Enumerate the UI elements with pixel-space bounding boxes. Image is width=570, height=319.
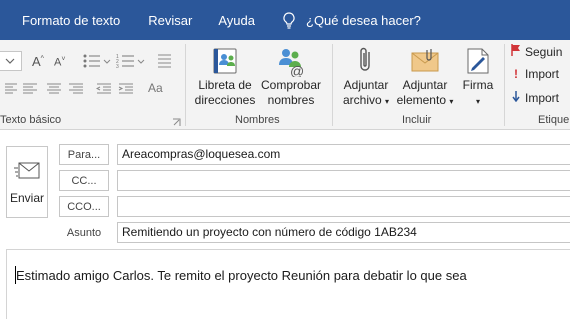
dialog-launcher-icon[interactable]: [172, 116, 181, 126]
check-names-icon: @: [274, 44, 308, 78]
increase-indent-icon[interactable]: [118, 82, 134, 96]
tab-revisar[interactable]: Revisar: [148, 13, 192, 28]
adjuntar-archivo-label-1: Adjuntar: [343, 78, 389, 92]
high-importance-button[interactable]: ! Import: [510, 67, 559, 81]
firma-button[interactable]: Firma ▾: [458, 44, 498, 109]
arrow-down-icon: [510, 90, 522, 105]
libreta-label-2: direcciones: [194, 93, 256, 107]
align-left-icon[interactable]: [4, 82, 18, 96]
libreta-direcciones-button[interactable]: Libreta de direcciones: [194, 44, 256, 108]
lightbulb-icon[interactable]: [282, 11, 296, 29]
adjuntar-elemento-label-1: Adjuntar: [402, 78, 448, 92]
adjuntar-archivo-label-2: archivo ▾: [342, 93, 390, 107]
group-label-texto-basico: Texto básico: [0, 114, 62, 126]
subject-field[interactable]: Remitiendo un proyecto con número de cód…: [117, 222, 570, 243]
libreta-label-1: Libreta de: [198, 78, 252, 92]
bcc-button[interactable]: CCO...: [59, 196, 109, 217]
adjuntar-elemento-label-2: elemento ▾: [396, 93, 454, 107]
send-button[interactable]: Enviar: [6, 146, 48, 218]
chevron-down-icon: ▾: [449, 97, 454, 106]
ribbon-separator: [504, 44, 505, 126]
comprobar-label-2: nombres: [267, 93, 315, 107]
bullets-icon[interactable]: [82, 52, 112, 70]
font-color-icon[interactable]: Aa: [148, 81, 163, 95]
comprobar-nombres-button[interactable]: @ Comprobar nombres: [258, 44, 324, 108]
tab-ayuda[interactable]: Ayuda: [218, 13, 255, 28]
ribbon-tab-bar: Formato de texto Revisar Ayuda ¿Qué dese…: [0, 0, 570, 40]
envelope-attach-icon: [408, 44, 442, 78]
cc-field[interactable]: [117, 170, 570, 191]
group-label-incluir: Incluir: [402, 114, 432, 126]
ribbon-separator: [332, 44, 333, 126]
ribbon: A^ A˅ 123 Aa Texto básico Libreta de dir…: [0, 40, 570, 130]
comprobar-label-1: Comprobar: [260, 78, 322, 92]
tab-formato-de-texto[interactable]: Formato de texto: [22, 13, 120, 28]
shrink-font-icon[interactable]: A˅: [54, 56, 65, 69]
flag-icon: [510, 44, 522, 59]
align-center-icon[interactable]: [46, 82, 62, 96]
adjuntar-elemento-button[interactable]: Adjuntar elemento ▾: [394, 44, 456, 109]
grow-font-icon[interactable]: A^: [32, 54, 44, 69]
send-envelope-icon: [13, 160, 41, 185]
low-importance-label: Import: [525, 90, 560, 105]
address-book-icon: [208, 44, 242, 78]
chevron-down-icon: ▾: [475, 97, 480, 106]
send-label: Enviar: [9, 190, 44, 205]
tell-me-search[interactable]: ¿Qué desea hacer?: [306, 13, 421, 28]
ribbon-separator: [185, 44, 186, 126]
follow-up-button[interactable]: Seguin: [510, 44, 562, 59]
to-field[interactable]: Areacompras@loquesea.com: [117, 144, 570, 165]
subject-label: Asunto: [66, 227, 102, 239]
chevron-down-icon: ▾: [385, 97, 390, 106]
signature-icon: [461, 44, 495, 78]
numbering-icon[interactable]: 123: [116, 52, 146, 70]
paperclip-icon: [349, 44, 383, 78]
exclamation-icon: !: [514, 67, 518, 81]
message-body-area[interactable]: [6, 249, 570, 319]
bcc-field[interactable]: [117, 196, 570, 217]
svg-text:3: 3: [116, 64, 119, 70]
align-left-2-icon[interactable]: [22, 82, 38, 96]
adjuntar-archivo-button[interactable]: Adjuntar archivo ▾: [338, 44, 394, 109]
message-body-text[interactable]: Estimado amigo Carlos. Te remito el proy…: [16, 268, 467, 283]
font-size-dropdown[interactable]: [0, 51, 22, 71]
cc-button[interactable]: CC...: [59, 170, 109, 191]
group-label-nombres: Nombres: [235, 114, 280, 126]
to-button[interactable]: Para...: [59, 144, 109, 165]
low-importance-button[interactable]: Import: [510, 90, 559, 105]
chevron-down-icon: [5, 58, 15, 64]
group-label-etiquetas: Etique: [538, 114, 570, 126]
align-right-icon[interactable]: [68, 82, 84, 96]
firma-label-1: Firma: [462, 78, 494, 92]
follow-up-label: Seguin: [525, 44, 563, 59]
svg-text:@: @: [290, 63, 304, 77]
firma-chevron: ▾: [476, 93, 480, 109]
clear-formatting-icon[interactable]: [156, 52, 174, 70]
high-importance-label: Import: [525, 67, 560, 81]
decrease-indent-icon[interactable]: [95, 82, 112, 96]
